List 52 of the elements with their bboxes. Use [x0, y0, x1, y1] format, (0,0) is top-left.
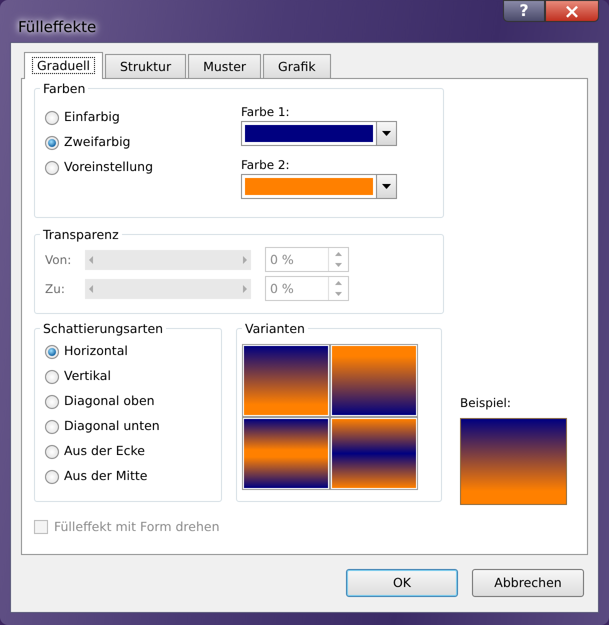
radio-label[interactable]: Vertikal — [64, 367, 111, 386]
tab[interactable]: Grafik — [263, 54, 331, 78]
down-arrow-icon[interactable] — [335, 292, 342, 296]
tab[interactable]: Struktur — [104, 54, 186, 78]
help-button[interactable]: ? — [503, 0, 545, 22]
radio-label[interactable]: Aus der Mitte — [64, 467, 148, 486]
radio-label[interactable]: Diagonal unten — [64, 417, 160, 436]
radio-button[interactable] — [45, 394, 59, 408]
right-arrow-icon — [243, 284, 247, 292]
close-button[interactable]: × — [545, 0, 599, 22]
field-label: Farbe 2: — [241, 157, 291, 174]
radio-button[interactable] — [45, 444, 59, 458]
dialog-button[interactable]: OK — [346, 569, 458, 597]
radio-button[interactable] — [45, 470, 59, 484]
radio-button[interactable] — [45, 420, 59, 434]
radio-button[interactable] — [45, 160, 59, 174]
group-label: Varianten — [242, 321, 308, 336]
radio-label[interactable]: Voreinstellung — [64, 158, 154, 177]
left-arrow-icon — [89, 256, 93, 264]
left-arrow-icon — [89, 284, 93, 292]
radio-label[interactable]: Diagonal oben — [64, 392, 155, 411]
dialog-button[interactable]: Abbrechen — [472, 569, 584, 597]
tab[interactable]: Muster — [188, 54, 262, 78]
preview-label: Beispiel: — [460, 395, 512, 412]
down-arrow-icon[interactable] — [335, 263, 342, 268]
field-label: Farbe 1: — [241, 104, 291, 121]
gradient-variant[interactable] — [331, 418, 417, 489]
window-title: Fülleffekte — [17, 17, 96, 38]
tab[interactable]: Graduell — [24, 52, 103, 79]
radio-button[interactable] — [45, 344, 59, 358]
up-arrow-icon[interactable] — [335, 252, 342, 256]
field-label: Zu: — [45, 280, 66, 298]
group-label: Transparenz — [40, 227, 122, 242]
group-label: Schattierungsarten — [40, 321, 166, 336]
radio-label[interactable]: Einfarbig — [64, 108, 120, 127]
color-dropdown[interactable] — [241, 121, 397, 146]
gradient-variant[interactable] — [243, 345, 329, 416]
radio-button[interactable] — [45, 136, 59, 150]
radio-label[interactable]: Aus der Ecke — [64, 442, 145, 461]
field-label: Von: — [45, 252, 72, 268]
gradient-variant[interactable] — [243, 418, 329, 489]
group-label: Farben — [40, 81, 88, 96]
caret-icon — [382, 131, 391, 136]
color-dropdown[interactable] — [241, 174, 397, 199]
up-arrow-icon[interactable] — [335, 280, 342, 285]
right-arrow-icon — [243, 256, 247, 264]
radio-button[interactable] — [45, 110, 59, 124]
caret-icon — [382, 184, 391, 189]
radio-label[interactable]: Zweifarbig — [64, 133, 130, 152]
radio-label[interactable]: Horizontal — [64, 342, 128, 361]
gradient-variant[interactable] — [331, 345, 417, 416]
radio-button[interactable] — [45, 370, 59, 384]
